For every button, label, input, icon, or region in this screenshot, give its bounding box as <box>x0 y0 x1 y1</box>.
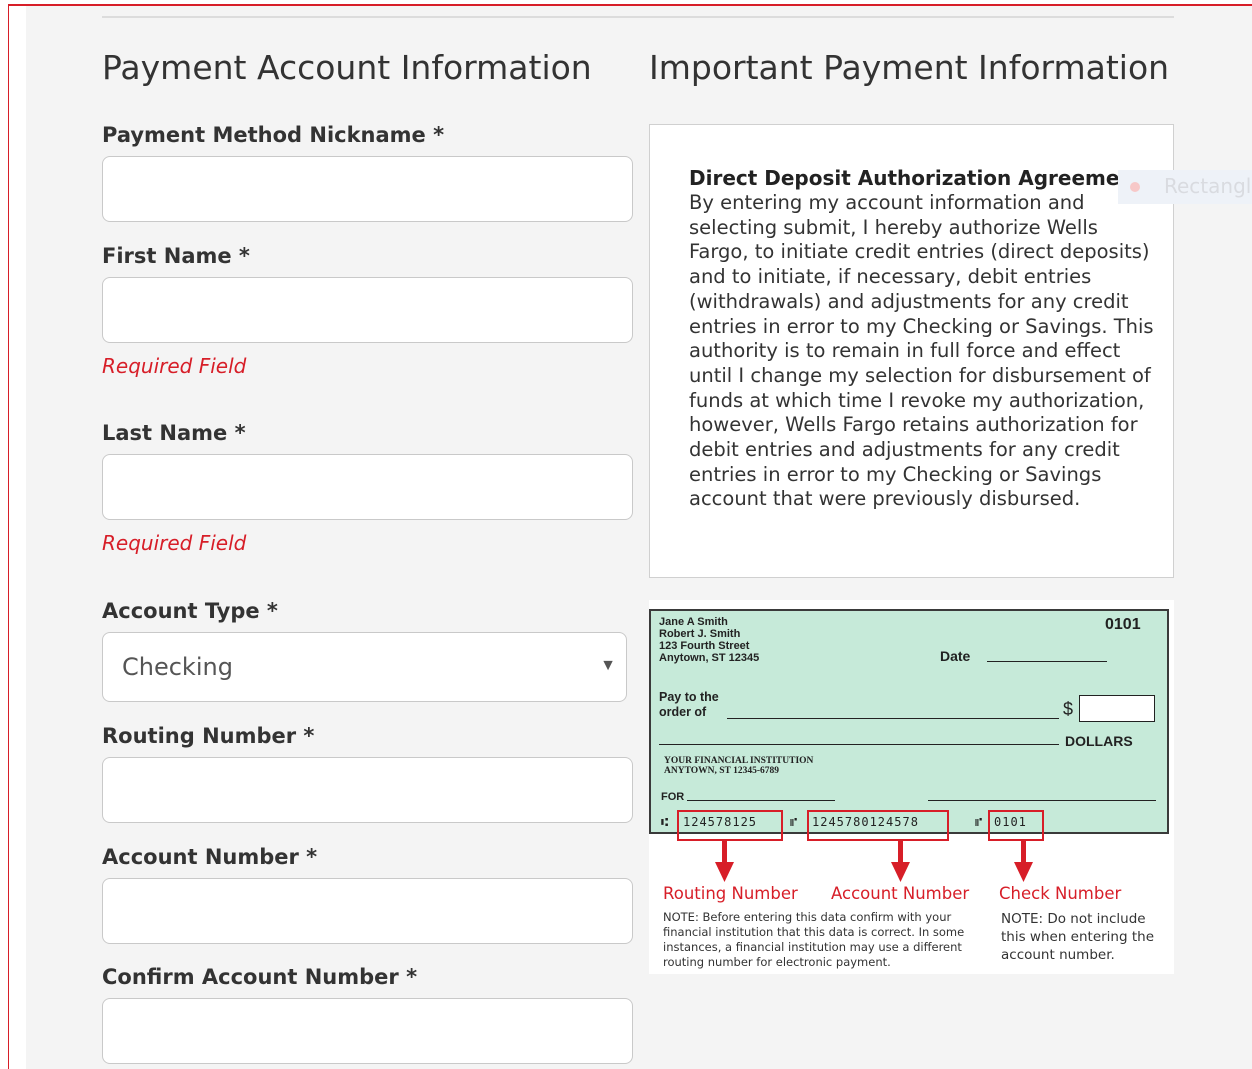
routing-number-caption: Routing Number <box>663 884 798 903</box>
last-name-error: Required Field <box>102 531 247 555</box>
authorization-agreement-box: Direct Deposit Authorization Agreement B… <box>649 124 1174 578</box>
account-type-select[interactable]: Checking ▼ <box>102 632 627 702</box>
last-name-input[interactable] <box>102 454 633 520</box>
ghost-tooltip-text: Rectangl <box>1164 174 1252 198</box>
routing-number-label: Routing Number * <box>102 724 315 748</box>
account-number-label: Account Number * <box>102 845 318 869</box>
arrow-down-icon <box>1014 862 1033 882</box>
nickname-input[interactable] <box>102 156 633 222</box>
confirm-account-number-label: Confirm Account Number * <box>102 965 418 989</box>
top-divider <box>102 16 1174 18</box>
chevron-down-icon: ▼ <box>600 657 616 674</box>
ghost-tooltip: Rectangl <box>1118 170 1252 204</box>
check-number-caption: Check Number <box>999 884 1122 903</box>
nickname-label: Payment Method Nickname * <box>102 123 445 147</box>
first-name-input[interactable] <box>102 277 633 343</box>
important-payment-title: Important Payment Information <box>649 48 1170 87</box>
account-type-label: Account Type * <box>102 599 278 623</box>
account-type-value: Checking <box>122 653 233 681</box>
sample-check-figure: Jane A Smith Robert J. Smith 123 Fourth … <box>649 600 1174 974</box>
account-note: NOTE: Do not include this when entering … <box>1001 911 1155 963</box>
dot-icon <box>1130 182 1140 192</box>
first-name-error: Required Field <box>102 354 247 378</box>
check-arrow-shaft <box>1021 840 1026 864</box>
account-number-caption: Account Number <box>831 884 970 903</box>
routing-number-input[interactable] <box>102 757 633 823</box>
frame-left-border <box>8 4 9 1069</box>
routing-arrow-shaft <box>722 840 727 864</box>
confirm-account-number-input[interactable] <box>102 998 633 1064</box>
account-number-input[interactable] <box>102 878 633 944</box>
arrow-down-icon <box>891 862 910 882</box>
callout-arrows <box>715 840 1033 882</box>
agreement-title: Direct Deposit Authorization Agreement <box>689 166 1144 190</box>
routing-note: NOTE: Before entering this data confirm … <box>663 910 965 969</box>
agreement-body: By entering my account information and s… <box>689 191 1154 511</box>
arrow-down-icon <box>715 862 734 882</box>
payment-account-title: Payment Account Information <box>102 48 592 87</box>
account-arrow-shaft <box>898 840 903 864</box>
last-name-label: Last Name * <box>102 421 246 445</box>
first-name-label: First Name * <box>102 244 250 268</box>
